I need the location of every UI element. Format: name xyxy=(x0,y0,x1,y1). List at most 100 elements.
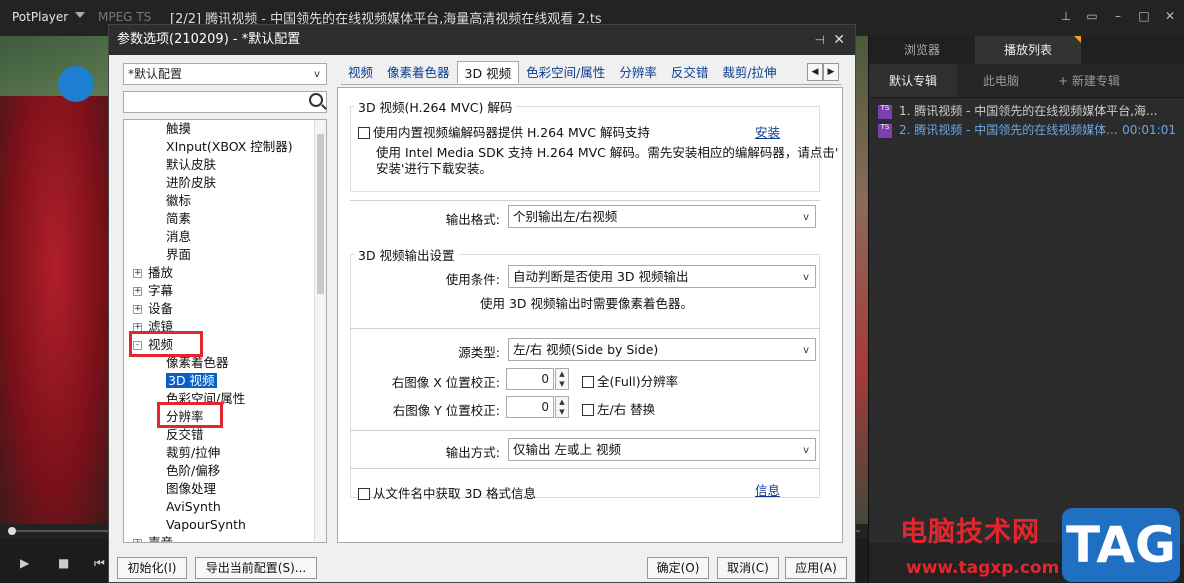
settings-tab[interactable]: 3D 视频 xyxy=(456,61,520,84)
new-album-button[interactable]: + 新建专辑 xyxy=(1045,64,1133,97)
chevron-left-icon[interactable]: ◀ xyxy=(807,63,823,81)
condition-dropdown[interactable]: 自动判断是否使用 3D 视频输出 v xyxy=(508,265,816,288)
pin-icon[interactable]: ⊣ xyxy=(815,25,825,55)
seek-knob[interactable] xyxy=(8,527,16,535)
tree-item[interactable]: XInput(XBOX 控制器) xyxy=(166,138,293,156)
tab-playlist[interactable]: 播放列表 xyxy=(975,36,1081,64)
tree-item[interactable]: 设备 xyxy=(148,300,173,318)
x-offset-stepper[interactable]: ▲ ▼ xyxy=(555,368,569,390)
search-input[interactable] xyxy=(123,91,327,113)
expand-icon[interactable]: + xyxy=(133,539,142,542)
tree-item[interactable]: 进阶皮肤 xyxy=(166,174,216,192)
chevron-down-icon: v xyxy=(803,212,809,223)
tree-item[interactable]: 图像处理 xyxy=(166,480,216,498)
checkbox[interactable] xyxy=(582,404,594,416)
y-offset-stepper[interactable]: ▲ ▼ xyxy=(555,396,569,418)
tree-scrollbar[interactable] xyxy=(314,120,326,542)
tree-scrollbar-thumb[interactable] xyxy=(317,134,324,294)
tree-item[interactable]: 裁剪/拉伸 xyxy=(166,444,220,462)
settings-tab[interactable]: 视频 xyxy=(341,61,380,84)
tree-item-label: 像素着色器 xyxy=(166,355,229,370)
install-link[interactable]: 安装 xyxy=(755,122,780,141)
tab-browser[interactable]: 浏览器 xyxy=(869,36,975,64)
tree-item-label: 触摸 xyxy=(166,121,192,136)
tree-item-label: 默认皮肤 xyxy=(166,157,217,172)
tree-item-label: 简素 xyxy=(166,211,192,226)
prev-icon[interactable]: ⏮ xyxy=(94,556,105,571)
tree-item-label: 色阶/偏移 xyxy=(166,463,221,478)
playlist-panel: 浏览器 播放列表 默认专辑 此电脑 + 新建专辑 TS 1. 腾讯视频 - 中国… xyxy=(868,36,1184,583)
output3d-group-label: 3D 视频输出设置 xyxy=(354,245,459,264)
preset-dropdown[interactable]: *默认配置 v xyxy=(123,63,327,85)
swap-checkbox[interactable]: 左/右 替换 xyxy=(582,399,655,418)
checkbox[interactable] xyxy=(358,488,370,500)
tree-item[interactable]: 字幕 xyxy=(148,282,173,300)
y-offset-input[interactable]: 0 xyxy=(506,396,554,418)
fullres-checkbox-label: 全(Full)分辨率 xyxy=(597,374,679,389)
playlist-item-label: 1. 腾讯视频 - 中国领先的在线视频媒体平台,海... xyxy=(899,104,1158,118)
initialize-button[interactable]: 初始化(I) xyxy=(117,557,187,579)
mini-mode-icon[interactable]: ▭ xyxy=(1086,9,1098,23)
maximize-icon[interactable]: □ xyxy=(1138,9,1150,23)
chevron-down-icon[interactable] xyxy=(75,12,85,18)
info-link[interactable]: 信息 xyxy=(755,480,780,499)
minimize-icon[interactable]: – xyxy=(1112,9,1124,23)
filename-checkbox-label: 从文件名中获取 3D 格式信息 xyxy=(373,486,537,501)
output-mode-dropdown[interactable]: 仅输出 左或上 视频 v xyxy=(508,438,816,461)
preferences-dialog: 参数选项(210209) - *默认配置 ⊣ ✕ *默认配置 v 触摸 XInpu… xyxy=(108,24,856,583)
export-config-button[interactable]: 导出当前配置(S)... xyxy=(195,557,317,579)
x-offset-input[interactable]: 0 xyxy=(506,368,554,390)
tree-item[interactable]: 徽标 xyxy=(166,192,191,210)
settings-tab[interactable]: 像素着色器 xyxy=(380,61,457,84)
pin-icon[interactable]: ⊥ xyxy=(1060,9,1072,23)
close-icon[interactable]: ✕ xyxy=(1164,9,1176,23)
settings-tab[interactable]: 反交错 xyxy=(664,61,716,84)
dialog-title: 参数选项(210209) - *默认配置 xyxy=(117,32,301,47)
fullres-checkbox[interactable]: 全(Full)分辨率 xyxy=(582,371,678,390)
play-icon[interactable]: ▶ xyxy=(20,556,29,570)
tree-item[interactable]: 消息 xyxy=(166,228,191,246)
output-format-dropdown[interactable]: 个别输出左/右视频 v xyxy=(508,205,816,228)
preset-value: *默认配置 xyxy=(128,67,183,81)
tree-item[interactable]: 简素 xyxy=(166,210,191,228)
tree-item-label: 声音 xyxy=(148,535,174,543)
tree-item[interactable]: 反交错 xyxy=(166,426,204,444)
tree-item[interactable]: 触摸 xyxy=(166,120,191,138)
y-offset-label: 右图像 Y 位置校正: xyxy=(392,403,500,418)
tab-this-pc[interactable]: 此电脑 xyxy=(957,64,1045,97)
checkbox[interactable] xyxy=(358,127,370,139)
close-icon[interactable]: ✕ xyxy=(833,25,845,55)
tab-default-album[interactable]: 默认专辑 xyxy=(869,64,957,97)
divider xyxy=(350,200,820,201)
settings-tab[interactable]: 分辨率 xyxy=(612,61,664,84)
tree-item[interactable]: 播放 xyxy=(148,264,173,282)
tree-item[interactable]: 声音 xyxy=(148,534,174,543)
settings-tab[interactable]: 色彩空间/属性 xyxy=(519,61,612,84)
tree-item-label: 播放 xyxy=(148,265,174,280)
cancel-button[interactable]: 取消(C) xyxy=(717,557,779,579)
tree-item[interactable]: 色阶/偏移 xyxy=(166,462,220,480)
settings-tab[interactable]: 裁剪/拉伸 xyxy=(715,61,783,84)
expand-icon[interactable]: + xyxy=(133,287,142,296)
ok-button[interactable]: 确定(O) xyxy=(647,557,709,579)
apply-button[interactable]: 应用(A) xyxy=(785,557,847,579)
tree-item[interactable]: 3D 视频 xyxy=(166,372,217,390)
tree-item[interactable]: AviSynth xyxy=(166,498,221,516)
source-type-value: 左/右 视频(Side by Side) xyxy=(513,342,659,357)
expand-icon[interactable]: + xyxy=(133,269,142,278)
tree-item[interactable]: VapourSynth xyxy=(166,516,246,534)
playlist-item[interactable]: TS 2. 腾讯视频 - 中国领先的在线视频媒体... 00:01:01 xyxy=(869,121,1184,140)
search-icon[interactable] xyxy=(309,93,323,107)
player-menu-button[interactable]: PotPlayer xyxy=(12,10,68,24)
mvc-checkbox[interactable]: 使用内置视频编解码器提供 H.264 MVC 解码支持 xyxy=(358,122,650,141)
tree-item[interactable]: 默认皮肤 xyxy=(166,156,216,174)
tree-item[interactable]: 界面 xyxy=(166,246,191,264)
chevron-right-icon[interactable]: ▶ xyxy=(823,63,839,81)
expand-icon[interactable]: + xyxy=(133,305,142,314)
channel-logo xyxy=(58,66,94,102)
source-type-dropdown[interactable]: 左/右 视频(Side by Side) v xyxy=(508,338,816,361)
playlist-item[interactable]: TS 1. 腾讯视频 - 中国领先的在线视频媒体平台,海... xyxy=(869,102,1184,121)
checkbox[interactable] xyxy=(582,376,594,388)
filename-checkbox[interactable]: 从文件名中获取 3D 格式信息 xyxy=(358,483,536,502)
stop-icon[interactable]: ■ xyxy=(58,556,69,570)
